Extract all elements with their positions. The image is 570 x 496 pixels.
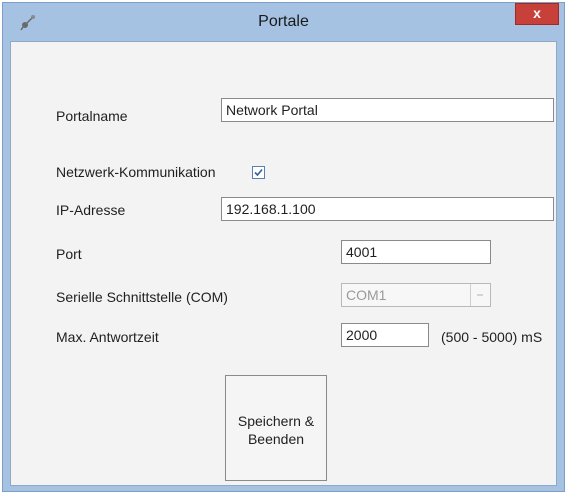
response-time-range-hint: (500 - 5000) mS — [441, 329, 543, 345]
ip-address-input[interactable]: 192.168.1.100 — [221, 197, 554, 221]
serial-port-label: Serielle Schnittstelle (COM) — [56, 289, 228, 305]
save-and-exit-label-line2: Beenden — [247, 431, 305, 447]
close-button[interactable]: x — [515, 3, 559, 25]
serial-port-dropdown[interactable]: COM1 — [341, 283, 491, 307]
dialog-client-area: Portalname Network Portal Netzwerk-Kommu… — [10, 41, 557, 486]
portalname-label: Portalname — [56, 108, 128, 124]
port-label: Port — [56, 246, 82, 262]
window-title: Portale — [258, 13, 309, 30]
dialog-window: Portale x Portalname Network Portal Netz… — [2, 2, 565, 492]
serial-port-value: COM1 — [346, 287, 387, 303]
checkmark-icon — [254, 168, 263, 177]
portalname-input[interactable]: Network Portal — [221, 98, 554, 122]
port-input[interactable]: 4001 — [341, 240, 491, 264]
save-and-exit-label-line1: Speichern & — [237, 413, 315, 429]
max-response-time-input[interactable]: 2000 — [341, 323, 429, 347]
title-bar[interactable]: Portale x — [3, 3, 564, 41]
network-communication-label: Netzwerk-Kommunikation — [56, 164, 216, 180]
max-response-time-label: Max. Antwortzeit — [56, 329, 159, 345]
ip-address-label: IP-Adresse — [56, 202, 126, 218]
chevron-down-icon[interactable] — [470, 284, 490, 306]
network-communication-checkbox[interactable] — [252, 166, 265, 179]
save-and-exit-label: Speichern & Beenden — [226, 412, 326, 448]
save-and-exit-button[interactable]: Speichern & Beenden — [225, 375, 327, 481]
close-icon: x — [533, 5, 541, 21]
